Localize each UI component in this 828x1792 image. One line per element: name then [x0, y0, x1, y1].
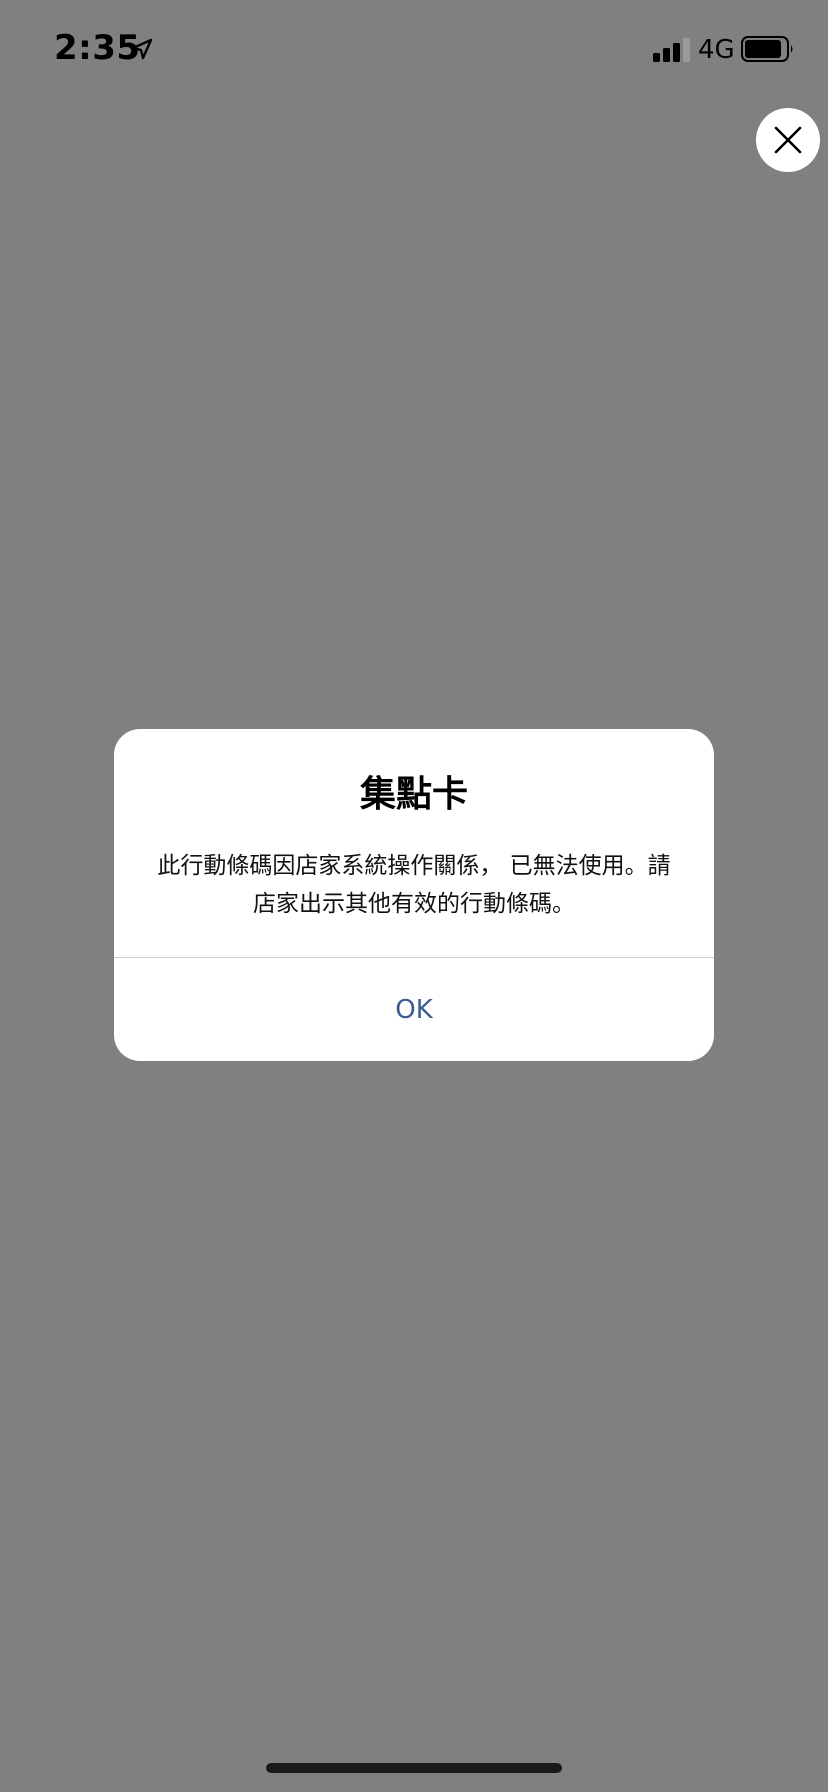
alert-dialog: 集點卡 此行動條碼因店家系統操作關係， 已無法使用。請店家出示其他有效的行動條碼…	[114, 729, 714, 1061]
cellular-signal-icon	[653, 38, 690, 62]
status-bar: 2:35 4G	[0, 0, 828, 100]
close-icon	[774, 126, 802, 154]
ok-button[interactable]: OK	[114, 958, 714, 1061]
location-arrow-icon	[131, 38, 153, 60]
network-label: 4G	[698, 35, 735, 65]
dialog-title: 集點卡	[359, 774, 468, 815]
home-indicator	[266, 1763, 562, 1773]
dialog-message: 此行動條碼因店家系統操作關係， 已無法使用。請店家出示其他有效的行動條碼。	[157, 853, 671, 917]
battery-icon	[741, 36, 793, 62]
close-button[interactable]	[756, 108, 820, 172]
status-time: 2:35	[54, 28, 141, 68]
